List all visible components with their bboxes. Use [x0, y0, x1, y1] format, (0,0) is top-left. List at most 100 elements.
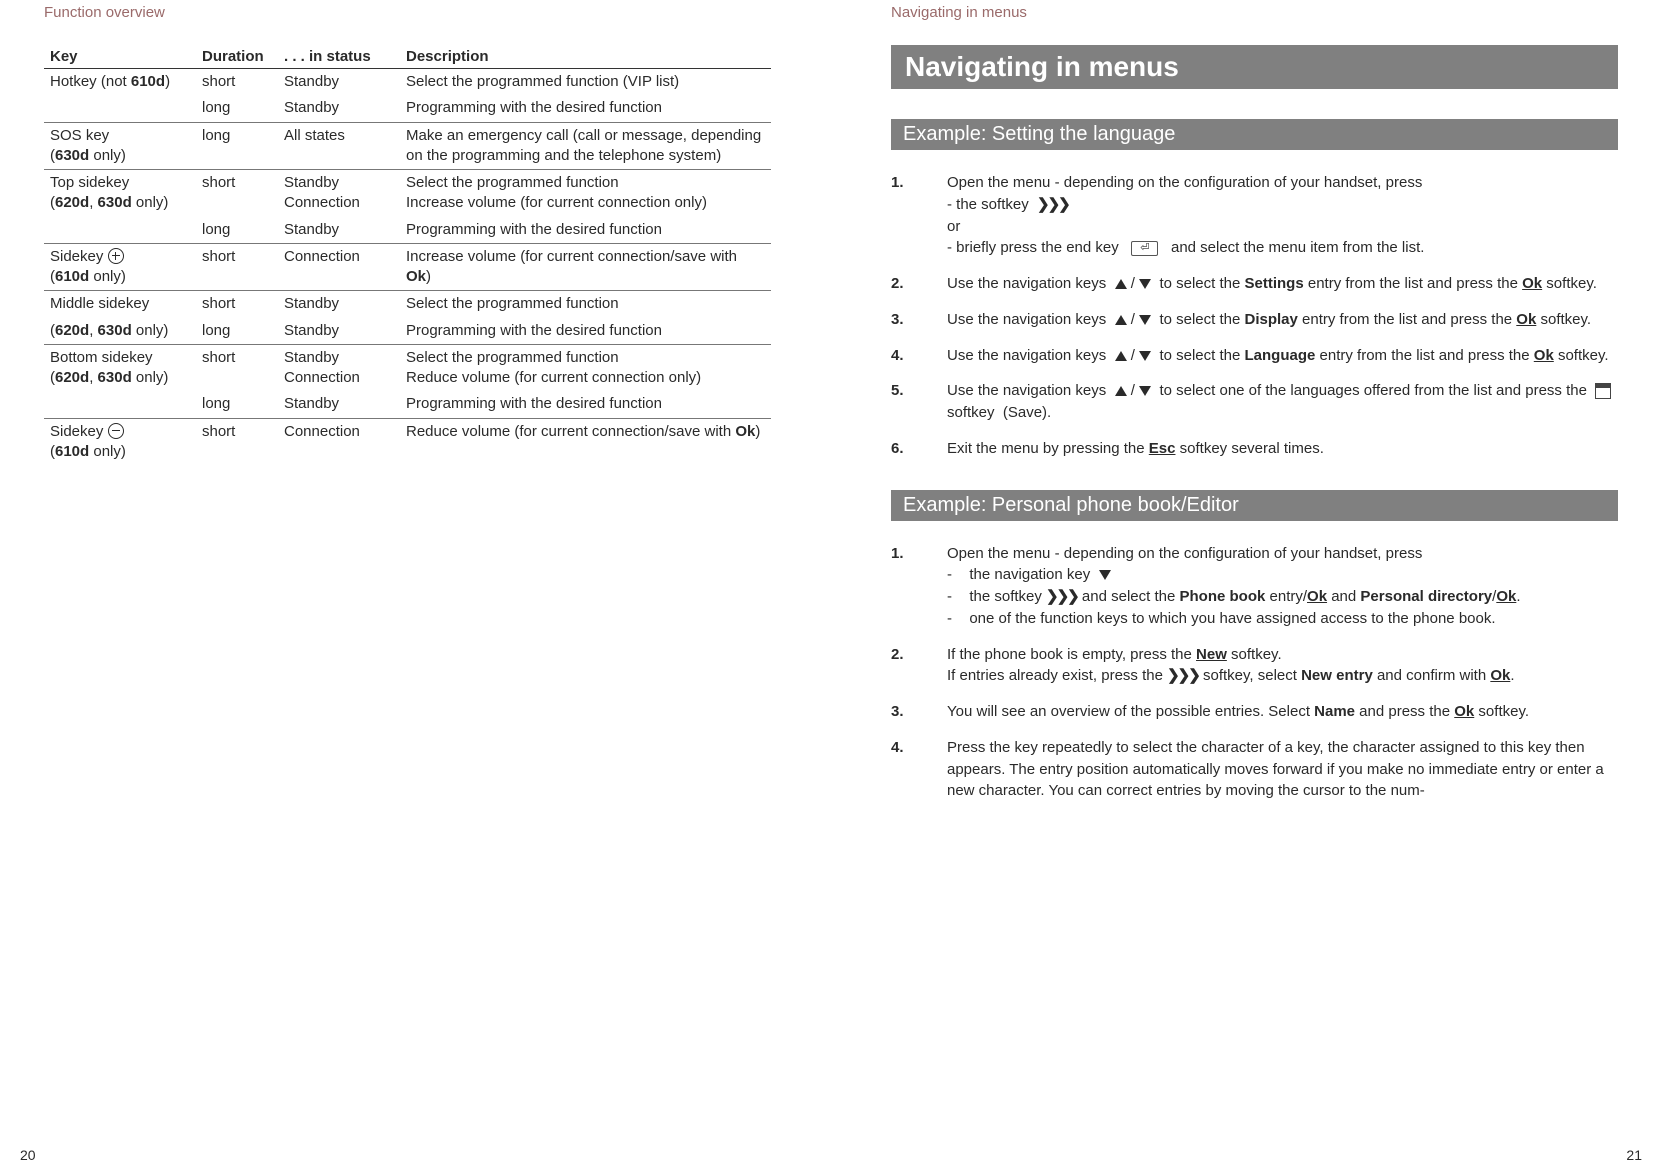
table-row: Top sidekey(620d, 630d only)shortStandby… [44, 170, 771, 217]
th-desc: Description [400, 45, 771, 69]
table-row: Sidekey (610d only)shortConnectionIncrea… [44, 243, 771, 291]
cell-key: Bottom sidekey(620d, 630d only) [44, 344, 196, 391]
cell-status: Connection [278, 418, 400, 465]
cell-status: Standby [278, 69, 400, 96]
cell-dur: short [196, 69, 278, 96]
end-key-icon: ⏎ [1131, 241, 1158, 256]
cell-status: StandbyConnection [278, 170, 400, 217]
th-dur: Duration [196, 45, 278, 69]
table-row: longStandbyProgramming with the desired … [44, 391, 771, 418]
step-item: 1.Open the menu - depending on the confi… [891, 172, 1618, 259]
th-key: Key [44, 45, 196, 69]
step-body: Open the menu - depending on the configu… [947, 172, 1618, 259]
cell-key [44, 391, 196, 418]
step-number: 3. [891, 701, 947, 723]
nav-down-icon [1139, 315, 1151, 325]
th-status: . . . in status [278, 45, 400, 69]
step-item: 2.If the phone book is empty, press the … [891, 644, 1618, 688]
cell-desc: Select the programmed functionIncrease v… [400, 170, 771, 217]
step-body: Use the navigation keys / to select the … [947, 309, 1618, 331]
cell-key [44, 217, 196, 244]
left-page: Function overview Key Duration . . . in … [0, 0, 831, 1171]
step-body: Press the key repeatedly to select the c… [947, 737, 1618, 802]
cell-dur: long [196, 318, 278, 345]
nav-down-icon [1099, 570, 1111, 580]
step-item: 4.Press the key repeatedly to select the… [891, 737, 1618, 802]
cell-status: StandbyConnection [278, 344, 400, 391]
running-head-right: Navigating in menus [891, 4, 1618, 21]
cell-desc: Select the programmed function (VIP list… [400, 69, 771, 96]
step-body: Use the navigation keys / to select one … [947, 380, 1618, 424]
step-body: Exit the menu by pressing the Esc softke… [947, 438, 1618, 460]
minus-icon [108, 423, 124, 439]
nav-up-icon [1115, 279, 1127, 289]
cell-status: Standby [278, 291, 400, 318]
menu-softkey-icon: ❯❯❯ [1167, 667, 1199, 684]
cell-dur: short [196, 344, 278, 391]
cell-dur: long [196, 122, 278, 170]
table-row: (620d, 630d only)longStandbyProgramming … [44, 318, 771, 345]
h2-language: Example: Setting the language [891, 119, 1618, 150]
cell-desc: Make an emergency call (call or message,… [400, 122, 771, 170]
nav-up-icon [1115, 351, 1127, 361]
table-row: Sidekey (610d only)shortConnectionReduce… [44, 418, 771, 465]
cell-key: (620d, 630d only) [44, 318, 196, 345]
step-item: 4.Use the navigation keys / to select th… [891, 345, 1618, 367]
step-number: 3. [891, 309, 947, 331]
step-number: 1. [891, 543, 947, 630]
cell-desc: Select the programmed functionReduce vol… [400, 344, 771, 391]
running-head-left: Function overview [44, 4, 771, 21]
cell-key: Sidekey (610d only) [44, 418, 196, 465]
step-number: 5. [891, 380, 947, 424]
step-item: 3.Use the navigation keys / to select th… [891, 309, 1618, 331]
cell-desc: Reduce volume (for current connection/sa… [400, 418, 771, 465]
table-row: Hotkey (not 610d)shortStandbySelect the … [44, 69, 771, 96]
nav-up-icon [1115, 386, 1127, 396]
right-page: Navigating in menus Navigating in menus … [831, 0, 1662, 1171]
nav-down-icon [1139, 351, 1151, 361]
step-item: 5.Use the navigation keys / to select on… [891, 380, 1618, 424]
cell-desc: Programming with the desired function [400, 95, 771, 122]
cell-key: Top sidekey(620d, 630d only) [44, 170, 196, 217]
cell-desc: Programming with the desired function [400, 391, 771, 418]
cell-status: All states [278, 122, 400, 170]
table-row: longStandbyProgramming with the desired … [44, 217, 771, 244]
cell-dur: long [196, 391, 278, 418]
steps-language: 1.Open the menu - depending on the confi… [891, 172, 1618, 460]
step-item: 6.Exit the menu by pressing the Esc soft… [891, 438, 1618, 460]
step-number: 4. [891, 737, 947, 802]
save-icon [1595, 383, 1611, 399]
step-number: 4. [891, 345, 947, 367]
h1-navigating: Navigating in menus [891, 45, 1618, 89]
nav-down-icon [1139, 279, 1151, 289]
cell-dur: long [196, 95, 278, 122]
step-body: Open the menu - depending on the configu… [947, 543, 1618, 630]
menu-softkey-icon: ❯❯❯ [1037, 196, 1069, 213]
cell-dur: short [196, 243, 278, 291]
step-number: 1. [891, 172, 947, 259]
step-number: 6. [891, 438, 947, 460]
step-number: 2. [891, 644, 947, 688]
cell-desc: Increase volume (for current connection/… [400, 243, 771, 291]
nav-down-icon [1139, 386, 1151, 396]
step-body: Use the navigation keys / to select the … [947, 345, 1618, 367]
cell-dur: short [196, 418, 278, 465]
cell-status: Standby [278, 318, 400, 345]
step-body: If the phone book is empty, press the Ne… [947, 644, 1618, 688]
table-row: Middle sidekeyshortStandbySelect the pro… [44, 291, 771, 318]
cell-status: Standby [278, 217, 400, 244]
steps-phonebook: 1.Open the menu - depending on the confi… [891, 543, 1618, 803]
table-row: SOS key(630d only)longAll statesMake an … [44, 122, 771, 170]
cell-dur: short [196, 291, 278, 318]
plus-icon [108, 248, 124, 264]
cell-status: Standby [278, 391, 400, 418]
step-item: 3.You will see an overview of the possib… [891, 701, 1618, 723]
page-number-left: 20 [20, 1147, 36, 1163]
cell-key: Hotkey (not 610d) [44, 69, 196, 96]
cell-desc: Programming with the desired function [400, 318, 771, 345]
h2-phonebook: Example: Personal phone book/Editor [891, 490, 1618, 521]
step-body: You will see an overview of the possible… [947, 701, 1618, 723]
table-row: longStandbyProgramming with the desired … [44, 95, 771, 122]
cell-dur: short [196, 170, 278, 217]
cell-dur: long [196, 217, 278, 244]
